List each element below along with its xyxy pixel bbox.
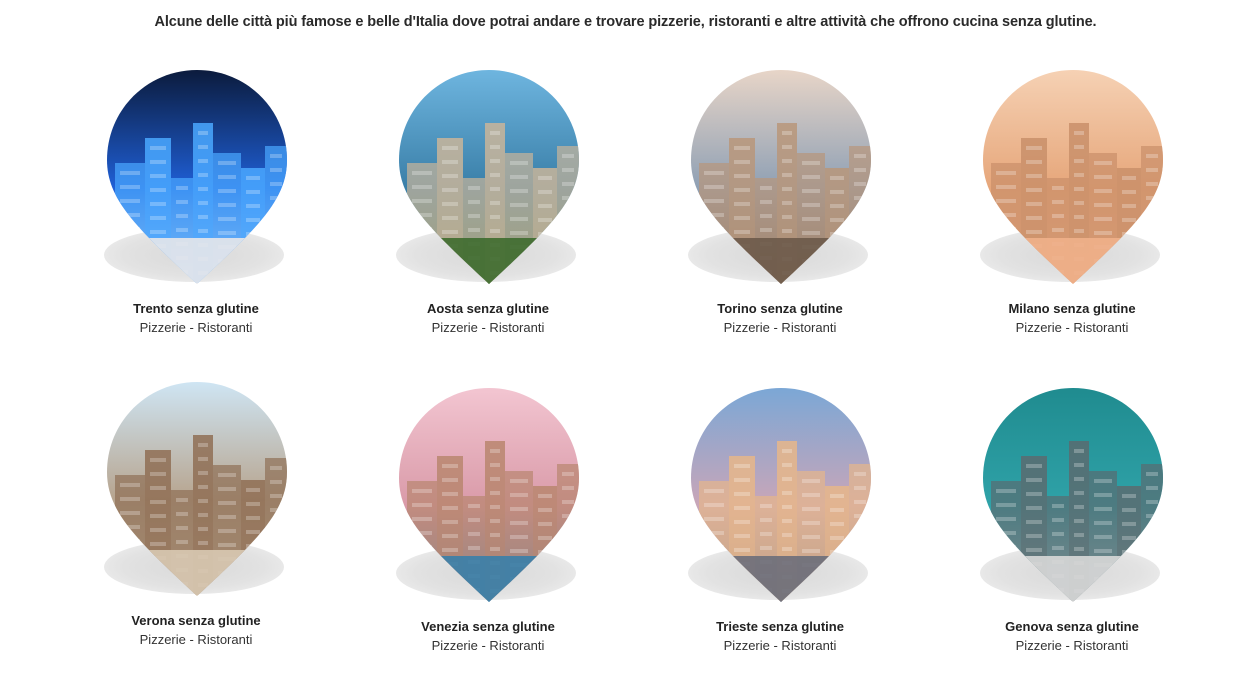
city-pin-image[interactable] [691, 68, 871, 286]
pin-image-wrap [378, 386, 598, 608]
pin-image-wrap [86, 68, 306, 290]
city-card-torino[interactable]: Torino senza glutine Pizzerie - Ristoran… [670, 68, 890, 338]
city-categories: Pizzerie - Ristoranti [723, 320, 837, 335]
city-pin-image[interactable] [399, 386, 579, 604]
city-card-trieste[interactable]: Trieste senza glutine Pizzerie - Ristora… [670, 386, 890, 656]
city-categories: Pizzerie - Ristoranti [1015, 320, 1129, 335]
city-categories: Pizzerie - Ristoranti [139, 320, 253, 335]
pin-image-wrap [962, 68, 1182, 290]
pin-image-wrap [86, 380, 306, 602]
city-name[interactable]: Venezia senza glutine [378, 618, 598, 636]
intro-text: Alcune delle città più famose e belle d'… [154, 14, 1097, 30]
city-card-genova[interactable]: Genova senza glutine Pizzerie - Ristoran… [962, 386, 1182, 656]
city-name[interactable]: Trento senza glutine [86, 300, 306, 318]
city-name[interactable]: Aosta senza glutine [378, 300, 598, 318]
city-name[interactable]: Milano senza glutine [962, 300, 1182, 318]
city-pin-image[interactable] [691, 386, 871, 604]
city-name[interactable]: Genova senza glutine [962, 618, 1182, 636]
pin-image-wrap [378, 68, 598, 290]
city-categories: Pizzerie - Ristoranti [431, 638, 545, 653]
city-categories: Pizzerie - Ristoranti [723, 638, 837, 653]
pin-image-wrap [670, 68, 890, 290]
city-pin-image[interactable] [107, 380, 287, 598]
pin-image-wrap [670, 386, 890, 608]
city-card-verona[interactable]: Verona senza glutine Pizzerie - Ristoran… [86, 380, 306, 650]
city-pin-image[interactable] [983, 386, 1163, 604]
city-categories: Pizzerie - Ristoranti [431, 320, 545, 335]
city-card-trento[interactable]: Trento senza glutine Pizzerie - Ristoran… [86, 68, 306, 338]
city-name[interactable]: Torino senza glutine [670, 300, 890, 318]
city-card-milano[interactable]: Milano senza glutine Pizzerie - Ristoran… [962, 68, 1182, 338]
city-categories: Pizzerie - Ristoranti [139, 632, 253, 647]
city-pin-image[interactable] [107, 68, 287, 286]
city-name[interactable]: Trieste senza glutine [670, 618, 890, 636]
city-name[interactable]: Verona senza glutine [86, 612, 306, 630]
city-card-aosta[interactable]: Aosta senza glutine Pizzerie - Ristorant… [378, 68, 598, 338]
city-categories: Pizzerie - Ristoranti [1015, 638, 1129, 653]
city-card-venezia[interactable]: Venezia senza glutine Pizzerie - Ristora… [378, 386, 598, 656]
city-pin-image[interactable] [983, 68, 1163, 286]
pin-image-wrap [962, 386, 1182, 608]
city-pin-image[interactable] [399, 68, 579, 286]
